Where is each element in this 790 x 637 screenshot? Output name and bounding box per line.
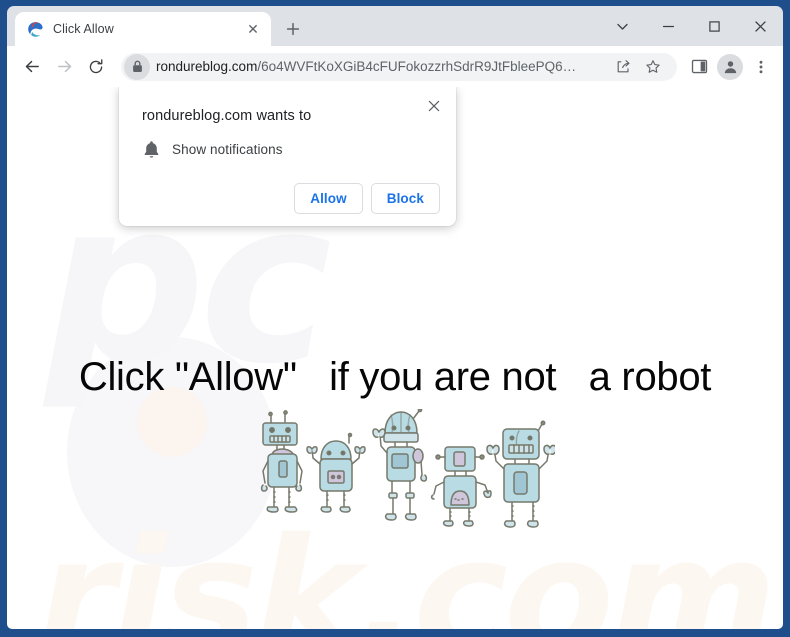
allow-button[interactable]: Allow xyxy=(294,183,363,214)
five-cartoon-robots xyxy=(259,407,557,531)
profile-button[interactable] xyxy=(717,53,743,80)
browser-toolbar: rondureblog.com/6o4WVFtKoXGiB4cFUFokozzr… xyxy=(7,46,783,87)
dialog-actions: Allow Block xyxy=(135,183,440,214)
close-icon[interactable] xyxy=(422,94,446,118)
three-dots-vertical-icon[interactable] xyxy=(747,53,775,81)
block-button[interactable]: Block xyxy=(370,183,440,214)
permission-row: Show notifications xyxy=(135,140,440,159)
browser-window: Click Allow ✕ rondureblog.com/6o4WVFtKoX… xyxy=(0,0,790,637)
minimize-button[interactable] xyxy=(645,6,691,46)
maximize-button[interactable] xyxy=(691,6,737,46)
edge-swirl-favicon xyxy=(27,21,44,38)
tab-click-allow[interactable]: Click Allow ✕ xyxy=(15,12,271,46)
permission-label: Show notifications xyxy=(172,142,283,157)
star-icon[interactable] xyxy=(639,53,667,81)
omnibox-actions xyxy=(609,53,667,81)
tab-title: Click Allow xyxy=(53,22,114,36)
close-icon[interactable]: ✕ xyxy=(243,19,263,39)
share-icon[interactable] xyxy=(609,53,637,81)
new-tab-button[interactable] xyxy=(279,15,307,43)
url-path: /6o4WVFtKoXGiB4cFUFokozzrhSdrR9JtFbleePQ… xyxy=(257,59,577,74)
back-button[interactable] xyxy=(17,52,47,82)
page-headline: Click "Allow" if you are not a robot xyxy=(78,355,712,399)
lock-icon[interactable] xyxy=(124,53,150,80)
reload-button[interactable] xyxy=(81,52,111,82)
side-panel-icon[interactable] xyxy=(685,53,713,81)
watermark-bottom-text: risk.com xyxy=(37,503,777,630)
dialog-title: rondureblog.com wants to xyxy=(142,108,312,124)
forward-button[interactable] xyxy=(49,52,79,82)
address-bar[interactable]: rondureblog.com/6o4WVFtKoXGiB4cFUFokozzr… xyxy=(121,52,677,81)
page-viewport: pc risk.com Click "Allow" if you are not… xyxy=(7,87,783,629)
notification-permission-dialog: rondureblog.com wants to Show notificati… xyxy=(119,87,456,226)
url-host: rondureblog.com xyxy=(156,59,258,74)
bell-icon xyxy=(143,140,160,159)
window-controls xyxy=(599,6,783,46)
url-text: rondureblog.com/6o4WVFtKoXGiB4cFUFokozzr… xyxy=(156,59,605,74)
close-window-button[interactable] xyxy=(737,6,783,46)
tab-strip: Click Allow ✕ xyxy=(7,6,783,46)
tab-search-button[interactable] xyxy=(599,6,645,46)
